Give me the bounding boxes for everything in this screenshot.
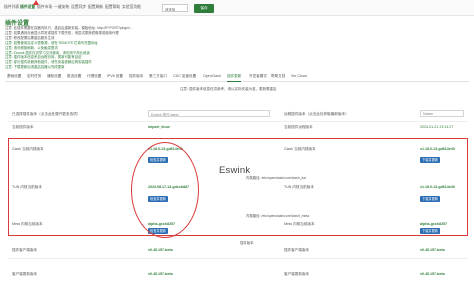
plugin-version-select[interactable]: Eswink 插件 latest: [148, 110, 270, 117]
nav-item-plugin-list[interactable]: 插件列表: [4, 5, 19, 10]
current-plugin-label: 当前插件版本: [12, 125, 34, 129]
top-navigation: 插件列表 插件设置 插件市场 一键安装 设置同步 配置刷新 配置帮助 实验室功能…: [0, 0, 474, 16]
tab-plugin-version[interactable]: 插件版本: [129, 74, 143, 79]
tab-push[interactable]: 推送设置: [67, 74, 81, 79]
client-version-label: 插件客户端版本: [12, 248, 38, 252]
tab-ver-cloud[interactable]: Ver Cloud: [291, 74, 307, 78]
divider: [8, 121, 468, 122]
remote-plugin-label: 当前插件远程版本: [284, 125, 313, 129]
arrow-annotation-icon: [33, 0, 39, 5]
remote-version-select[interactable]: Master: [420, 110, 464, 117]
annotation-ellipse: [131, 142, 199, 238]
tab-third-party[interactable]: 第三方接口: [149, 74, 167, 79]
settings-tabs: 基础设置 定时任务 通知设置 推送设置 代理设置 IPV6 设置 插件版本 第三…: [5, 73, 469, 82]
divider: [8, 258, 468, 259]
note-line: 注意: 下载更新后请重启容器以完成更新: [5, 65, 65, 70]
notes-list: 注意: 此插件需要在容器内执行，重启后重新安装。模板地址: http://IP:…: [5, 26, 133, 70]
nav-item-help[interactable]: 配置帮助: [105, 5, 120, 10]
remote-plugin-value: 2024-01-21 23:14:27: [420, 125, 454, 129]
client-remote-value: v0.45.157-beta: [420, 248, 445, 252]
tab-proxy[interactable]: 代理设置: [87, 74, 101, 79]
client-update-value: v0.45.157-beta: [148, 272, 173, 276]
current-plugin-value: mipsel_linux: [148, 125, 170, 129]
watermark-text: Eswink: [219, 165, 251, 176]
nav-item-plugin-settings[interactable]: 插件设置: [20, 5, 35, 10]
tab-plugin-update[interactable]: 插件更新: [227, 74, 242, 82]
client-version-value: v0.45.157-beta: [148, 248, 173, 252]
client-remote-label: 插件客户端版本: [284, 248, 310, 252]
nav-item-one-click[interactable]: 一键安装: [54, 5, 69, 10]
footer-center-label: 插件版本: [240, 241, 254, 245]
client-update-remote-label: 客户端更新版本: [284, 272, 310, 276]
tab-cdc[interactable]: CDC 加速设置: [173, 74, 196, 79]
tab-cron[interactable]: 定时任务: [27, 74, 41, 79]
nav-item-sync[interactable]: 设置同步: [71, 5, 86, 10]
tab-openclash[interactable]: OpenClash: [203, 74, 221, 78]
tab-notify[interactable]: 通知设置: [47, 74, 61, 79]
plugin-version-label: 已选择插件版本（点击此处展开更多选项）: [12, 112, 81, 116]
nav-select[interactable]: 请选择: [162, 4, 188, 12]
nav-item-refresh[interactable]: 配置刷新: [88, 5, 103, 10]
tab-dev-mode[interactable]: 开发者模式: [249, 74, 267, 79]
hint-text: 注意: 插件版本信息仅供参考，请以实际安装为准，更新需重启: [180, 87, 277, 91]
nav-item-lab[interactable]: 实验室功能: [122, 5, 141, 10]
client-update-remote-value: v0.45.157-beta: [420, 272, 445, 276]
tab-docs[interactable]: 帮助文档: [271, 74, 285, 79]
remote-version-label: 远程插件版本（点击此处获取最新版本）: [284, 112, 349, 116]
tab-ipv6[interactable]: IPV6 设置: [107, 74, 123, 79]
client-update-label: 客户端更新版本: [12, 272, 38, 276]
nav-item-plugin-market[interactable]: 插件市场: [37, 5, 52, 10]
annotation-rectangle: [8, 138, 468, 236]
tab-basic[interactable]: 基础设置: [7, 74, 21, 79]
save-button[interactable]: 保存: [194, 4, 214, 13]
